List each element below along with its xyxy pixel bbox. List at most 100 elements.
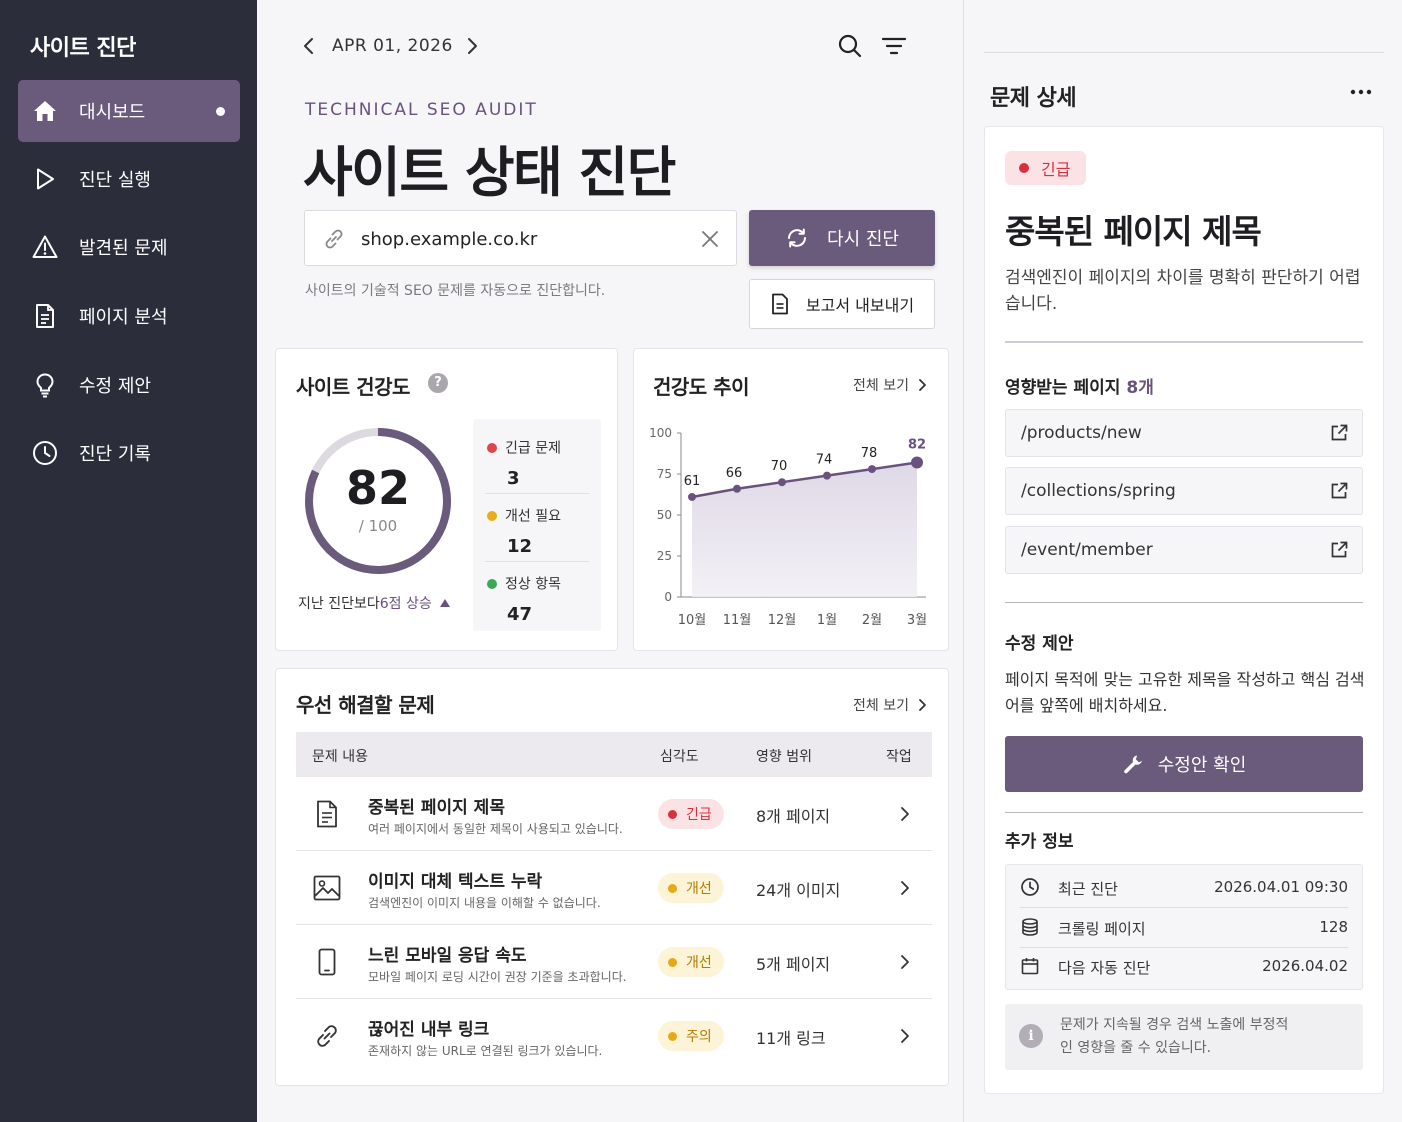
affected-count: 8개 — [1126, 378, 1154, 398]
affected-pages-title: 영향받는 페이지 8개 — [1005, 373, 1154, 398]
clock-icon — [1020, 877, 1040, 897]
table-row[interactable]: 끊어진 내부 링크 존재하지 않는 URL로 연결된 링크가 있습니다. 주의 … — [296, 999, 932, 1073]
severity-dot — [668, 957, 677, 967]
column-header: 심각도 — [660, 749, 699, 765]
column-header: 문제 내용 — [312, 749, 368, 765]
link-icon — [312, 1021, 342, 1051]
affected-page-link[interactable]: /collections/spring — [1005, 467, 1363, 515]
severity-label: 개선 — [686, 881, 712, 897]
sidebar-item-label: 대시보드 — [79, 102, 146, 123]
url-input[interactable] — [361, 225, 681, 253]
stat-urgent: 긴급 문제 3 — [487, 437, 587, 489]
home-icon — [32, 98, 58, 124]
sidebar-item-suggestions[interactable]: 수정 제안 — [18, 354, 240, 416]
rerun-button[interactable]: 다시 진단 — [749, 210, 935, 266]
data-label: 74 — [816, 453, 833, 468]
severity-dot — [1019, 163, 1029, 173]
table-row[interactable]: 이미지 대체 텍스트 누락 검색엔진이 이미지 내용을 이해할 수 없습니다. … — [296, 851, 932, 925]
data-point — [911, 456, 923, 469]
trend-chart: 0 25 50 75 100 61 66 70 74 78 82 10월 11월 12월 1월 2월 3월 — [649, 426, 927, 628]
warning-icon — [32, 234, 58, 260]
data-label: 66 — [726, 466, 743, 481]
previous-date-button[interactable] — [299, 34, 319, 58]
health-card-title: 사이트 건강도 — [296, 375, 410, 399]
sidebar-item-label: 수정 제안 — [79, 376, 151, 397]
issue-description: 검색엔진이 페이지의 차이를 명확히 판단하기 어렵습니다. — [1005, 268, 1361, 314]
help-icon[interactable]: ? — [428, 373, 448, 393]
external-link-icon[interactable] — [1330, 482, 1348, 500]
health-score-max: / 100 — [358, 517, 398, 535]
issue-title: 중복된 페이지 제목 — [1005, 212, 1262, 251]
issues-view-all-link[interactable]: 전체 보기 — [853, 695, 927, 715]
table-row[interactable]: 느린 모바일 응답 속도 모바일 페이지 로딩 시간이 권장 기준을 초과합니다… — [296, 925, 932, 999]
affected-page-link[interactable]: /products/new — [1005, 409, 1363, 457]
column-header: 영향 범위 — [756, 749, 812, 765]
stat-value: 12 — [507, 535, 533, 557]
filter-icon — [881, 37, 907, 55]
severity-dot — [668, 883, 677, 893]
table-row[interactable]: 중복된 페이지 제목 여러 페이지에서 동일한 제목이 사용되고 있습니다. 긴… — [296, 777, 932, 851]
issue-scope: 11개 링크 — [756, 1029, 826, 1048]
y-tick-label: 100 — [649, 426, 672, 440]
divider — [984, 52, 1384, 53]
data-label: 82 — [908, 438, 926, 453]
chevron-right-icon — [468, 38, 477, 54]
issue-scope: 8개 페이지 — [756, 807, 831, 826]
normal-dot — [487, 578, 497, 589]
issue-description: 모바일 페이지 로딩 시간이 권장 기준을 초과합니다. — [368, 970, 627, 984]
impact-note: i 문제가 지속될 경우 검색 노출에 부정적인 영향을 줄 수 있습니다. — [1005, 1004, 1363, 1070]
clear-url-button[interactable] — [700, 229, 720, 249]
sidebar-item-dashboard[interactable]: 대시보드 — [18, 80, 240, 142]
stat-improve: 개선 필요 12 — [487, 505, 587, 557]
search-button[interactable] — [837, 33, 863, 59]
external-link-icon[interactable] — [1330, 541, 1348, 559]
x-tick-label: 12월 — [768, 613, 797, 628]
info-icon: i — [1019, 1024, 1043, 1048]
sidebar-item-page-analysis[interactable]: 페이지 분석 — [18, 285, 240, 347]
stat-value: 3 — [507, 467, 520, 489]
info-key: 다음 자동 진단 — [1058, 959, 1151, 977]
export-label: 보고서 내보내기 — [805, 296, 915, 315]
next-date-button[interactable] — [462, 34, 482, 58]
impact-note-text: 문제가 지속될 경우 검색 노출에 부정적인 영향을 줄 수 있습니다. — [1060, 1017, 1289, 1056]
data-point — [778, 478, 786, 487]
chevron-right-icon[interactable] — [900, 954, 910, 970]
confirm-fix-button[interactable]: 수정안 확인 — [1005, 736, 1363, 792]
chevron-left-icon — [304, 38, 313, 54]
current-date: APR 01, 2026 — [332, 36, 453, 56]
divider — [1005, 812, 1363, 813]
chevron-right-icon[interactable] — [900, 880, 910, 896]
document-icon — [772, 293, 788, 315]
issue-title: 이미지 대체 텍스트 누락 — [368, 872, 543, 892]
external-link-icon[interactable] — [1330, 424, 1348, 442]
filter-button[interactable] — [880, 33, 908, 59]
x-tick-label: 3월 — [907, 613, 927, 628]
clock-icon — [32, 440, 58, 466]
chevron-right-icon[interactable] — [900, 1028, 910, 1044]
sidebar-item-history[interactable]: 진단 기록 — [18, 422, 240, 484]
info-row-next-audit: 다음 자동 진단 2026.04.02 — [1020, 946, 1348, 986]
triangle-up-icon — [439, 599, 450, 607]
issues-card-title: 우선 해결할 문제 — [296, 693, 435, 717]
sidebar-item-run[interactable]: 진단 실행 — [18, 148, 240, 210]
issue-detail-card: 긴급 중복된 페이지 제목 검색엔진이 페이지의 차이를 명확히 판단하기 어렵… — [984, 126, 1384, 1094]
link-icon — [321, 226, 347, 252]
panel-title: 문제 상세 — [990, 86, 1077, 111]
sidebar-item-label: 진단 기록 — [79, 444, 151, 465]
y-tick-label: 75 — [657, 467, 672, 481]
issue-detail-panel: 문제 상세 긴급 중복된 페이지 제목 검색엔진이 페이지의 차이를 명확히 판… — [963, 0, 1402, 1122]
export-report-button[interactable]: 보고서 내보내기 — [749, 279, 935, 329]
date-navigator: APR 01, 2026 — [257, 0, 963, 90]
url-helper-text: 사이트의 기술적 SEO 문제를 자동으로 진단합니다. — [305, 283, 606, 299]
document-icon — [312, 799, 342, 829]
page-title: 사이트 상태 진단 — [303, 141, 676, 204]
severity-badge: 긴급 — [658, 799, 724, 829]
more-options-button[interactable] — [1348, 82, 1374, 102]
app-title: 사이트 진단 — [30, 36, 136, 61]
chevron-right-icon[interactable] — [900, 806, 910, 822]
mobile-icon — [312, 947, 342, 977]
affected-page-link[interactable]: /event/member — [1005, 526, 1363, 574]
sidebar-item-issues[interactable]: 발견된 문제 — [18, 216, 240, 278]
page-eyebrow: TECHNICAL SEO AUDIT — [305, 100, 538, 120]
issue-title: 끊어진 내부 링크 — [368, 1020, 490, 1040]
